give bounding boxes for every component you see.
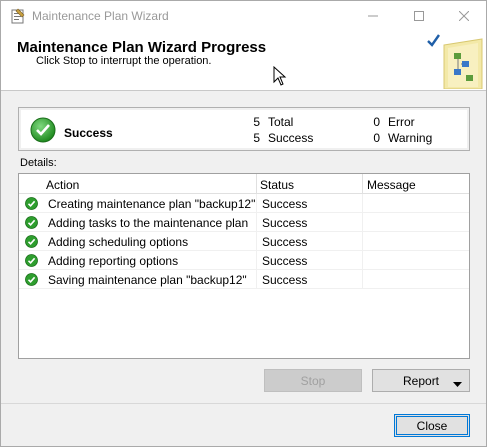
summary-status: Success (64, 126, 113, 140)
mouse-cursor-icon (273, 65, 287, 89)
table-row[interactable]: Adding reporting options Success (19, 251, 469, 270)
column-header-action[interactable]: Action (46, 178, 79, 192)
success-icon (25, 254, 38, 270)
close-icon (459, 11, 469, 21)
app-icon (10, 8, 26, 24)
title-bar[interactable]: Maintenance Plan Wizard (1, 1, 486, 31)
stop-button[interactable]: Stop (264, 369, 362, 392)
report-button-label: Report (403, 374, 440, 388)
row-status: Success (262, 216, 308, 230)
dropdown-arrow-icon (453, 377, 462, 391)
details-table[interactable]: Action Status Message Creating maintenan… (18, 173, 470, 359)
row-action: Adding reporting options (48, 254, 179, 268)
window-title: Maintenance Plan Wizard (32, 9, 169, 23)
row-action: Adding scheduling options (48, 235, 189, 249)
success-icon (25, 197, 38, 213)
table-row[interactable]: Adding tasks to the maintenance plan Suc… (19, 213, 469, 232)
wizard-header: Maintenance Plan Wizard Progress Click S… (1, 31, 486, 91)
row-action: Saving maintenance plan "backup12" (48, 273, 247, 287)
details-label: Details: (20, 157, 57, 169)
footer-divider (1, 403, 486, 404)
wizard-window: Maintenance Plan Wizard Maintenance Plan… (0, 0, 487, 447)
row-status: Success (262, 235, 308, 249)
row-status: Success (262, 197, 308, 211)
column-header-status[interactable]: Status (260, 178, 294, 192)
maximize-icon (414, 11, 424, 21)
wizard-graphic-icon (424, 31, 486, 92)
report-dropdown-button[interactable]: Report (372, 369, 470, 392)
success-label: Success (268, 131, 314, 145)
row-status: Success (262, 254, 308, 268)
error-count: 0 (373, 115, 380, 129)
row-status: Success (262, 273, 308, 287)
table-row[interactable]: Saving maintenance plan "backup12" Succe… (19, 270, 469, 289)
close-window-button[interactable] (441, 1, 487, 31)
summary-panel: Success 5 Total 5 Success 0 Error 0 Warn… (18, 107, 470, 151)
success-count: 5 (253, 131, 260, 145)
success-icon (25, 235, 38, 251)
row-action: Creating maintenance plan "backup12" (48, 197, 256, 211)
success-icon (25, 273, 38, 289)
total-label: Total (268, 115, 294, 129)
total-count: 5 (253, 115, 260, 129)
success-icon (25, 216, 38, 232)
table-header: Action Status Message (19, 174, 469, 194)
table-row[interactable]: Creating maintenance plan "backup12" Suc… (19, 194, 469, 213)
maximize-button[interactable] (396, 1, 442, 31)
column-header-message[interactable]: Message (367, 178, 416, 192)
success-check-icon (30, 117, 56, 146)
warning-label: Warning (388, 131, 433, 145)
error-label: Error (388, 115, 415, 129)
minimize-icon (368, 15, 378, 17)
warning-count: 0 (373, 131, 380, 145)
page-title: Maintenance Plan Wizard Progress (17, 39, 267, 56)
close-button[interactable]: Close (394, 414, 470, 437)
minimize-button[interactable] (350, 1, 396, 31)
row-action: Adding tasks to the maintenance plan (48, 216, 249, 230)
table-row[interactable]: Adding scheduling options Success (19, 232, 469, 251)
page-subtitle: Click Stop to interrupt the operation. (36, 55, 212, 67)
